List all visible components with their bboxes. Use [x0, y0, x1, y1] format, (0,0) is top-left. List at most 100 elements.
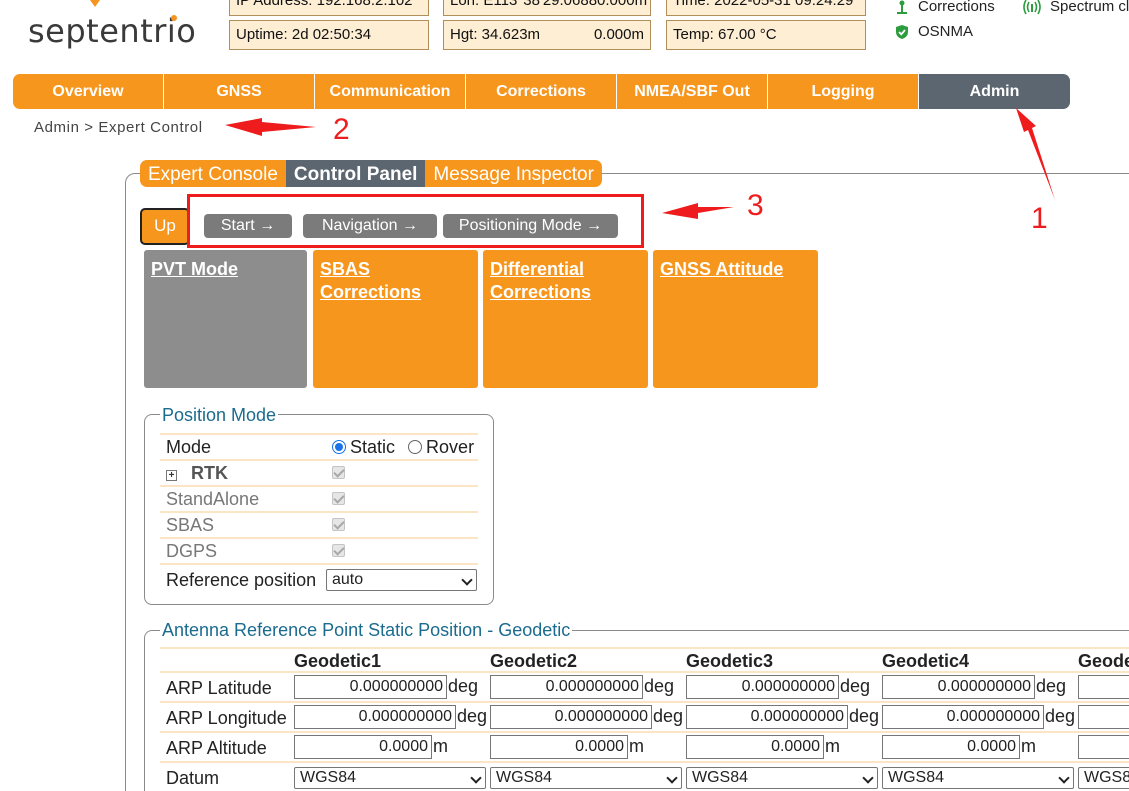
deg-unit: deg: [653, 706, 684, 726]
tile-pvt-mode-label: PVT Mode: [151, 259, 239, 279]
tile-differential-label-2: Corrections: [490, 282, 592, 302]
column-geodetic1: Geodetic1: [294, 651, 382, 671]
tab-control-panel[interactable]: Control Panel: [285, 160, 426, 187]
mode-label: Mode: [166, 437, 212, 457]
deg-unit: deg: [1045, 706, 1076, 726]
reference-position-label: Reference position: [166, 570, 317, 590]
tile-sbas-corrections[interactable]: SBAS Corrections: [313, 250, 478, 388]
deg-unit: deg: [644, 676, 675, 696]
deg-unit: deg: [1036, 676, 1067, 696]
arp-altitude-input-1[interactable]: 0.0000: [294, 735, 432, 759]
height-label: Hgt: 34.623m: [450, 26, 541, 43]
time-text: Time: 2022-05-31 09:24:29: [673, 0, 854, 9]
temperature-box: Temp: 67.00 °C: [666, 20, 866, 50]
arp-latitude-input-2[interactable]: 0.000000000: [490, 675, 643, 699]
annotation-number-1: 1: [1031, 202, 1048, 235]
annotation-highlight-box: [187, 194, 644, 248]
datum-select-4[interactable]: WGS84: [882, 767, 1074, 789]
chevron-down-icon: [461, 574, 473, 586]
arp-longitude-input-4[interactable]: 0.000000000: [882, 705, 1044, 729]
time-box: Time: 2022-05-31 09:24:29: [666, 0, 866, 16]
rtk-checkbox[interactable]: [332, 466, 345, 479]
standalone-row: StandAlone: [160, 485, 478, 511]
tab-message-inspector[interactable]: Message Inspector: [425, 160, 602, 187]
deg-unit: deg: [849, 706, 880, 726]
tile-gnss-attitude[interactable]: GNSS Attitude: [653, 250, 818, 388]
height-value: 0.000m: [593, 26, 644, 43]
arp-longitude-input-5[interactable]: 1: [1078, 705, 1129, 729]
tile-pvt-mode[interactable]: PVT Mode: [144, 250, 307, 388]
osnma-label: OSNMA: [918, 23, 974, 40]
radio-static[interactable]: [332, 440, 346, 454]
nav-nmea-sbf-out[interactable]: NMEA/SBF Out: [617, 74, 768, 109]
nav-overview[interactable]: Overview: [13, 74, 164, 109]
mode-row: Mode Static Rover: [160, 433, 478, 459]
datum-select-2[interactable]: WGS84: [490, 767, 682, 789]
expand-plus-icon[interactable]: +: [166, 470, 177, 481]
nav-gnss[interactable]: GNSS: [164, 74, 315, 109]
nav-communication[interactable]: Communication: [315, 74, 466, 109]
deg-unit: deg: [840, 676, 871, 696]
antenna-icon: [897, 0, 907, 15]
uptime-text: Uptime: 2d 02:50:34: [236, 26, 372, 43]
tab-expert-console[interactable]: Expert Console: [140, 160, 286, 187]
ip-address-box: IP Address: 192.168.2.102: [229, 0, 429, 16]
arp-latitude-input-4[interactable]: 0.000000000: [882, 675, 1035, 699]
arp-altitude-row: ARP Altitude 0.0000 m 0.0000 m 0.0000 m …: [160, 731, 1129, 761]
corrections-status[interactable]: Corrections: [894, 0, 995, 15]
tile-sbas-label-2: Corrections: [320, 282, 422, 302]
chevron-down-icon: [862, 772, 874, 784]
tile-gnss-attitude-label: GNSS Attitude: [660, 259, 784, 279]
arp-longitude-input-2[interactable]: 0.000000000: [490, 705, 652, 729]
arp-header-divider: [160, 647, 1129, 649]
arp-altitude-input-4[interactable]: 0.0000: [882, 735, 1020, 759]
standalone-checkbox[interactable]: [332, 492, 345, 505]
arp-longitude-label: ARP Longitude: [166, 708, 287, 728]
sbas-checkbox[interactable]: [332, 518, 345, 531]
arp-longitude-input-1[interactable]: 0.000000000: [294, 705, 456, 729]
spectrum-status[interactable]: Spectrum cl: [1022, 0, 1129, 15]
nav-admin[interactable]: Admin: [919, 74, 1070, 109]
spectrum-label: Spectrum cl: [1050, 0, 1129, 15]
deg-unit: deg: [457, 706, 488, 726]
reference-position-row: Reference position auto: [160, 563, 478, 593]
m-unit: m: [825, 736, 840, 756]
tile-differential-label-1: Differential: [490, 259, 585, 279]
rtk-label-group: + RTK: [166, 461, 228, 485]
dgps-label: DGPS: [166, 541, 218, 561]
arp-altitude-input-5[interactable]: [1078, 735, 1129, 759]
datum-select-3[interactable]: WGS84: [686, 767, 878, 789]
m-unit: m: [629, 736, 644, 756]
arp-altitude-input-2[interactable]: 0.0000: [490, 735, 628, 759]
up-button[interactable]: Up: [140, 208, 190, 245]
datum-select-1[interactable]: WGS84: [294, 767, 486, 789]
logo-dot: [171, 15, 177, 21]
chevron-down-icon: [1058, 772, 1070, 784]
column-geodetic4: Geodetic4: [882, 651, 970, 671]
nav-corrections[interactable]: Corrections: [466, 74, 617, 109]
nav-logging[interactable]: Logging: [768, 74, 919, 109]
arp-altitude-input-3[interactable]: 0.0000: [686, 735, 824, 759]
longitude-text: Lon: E113°38'29.06880.000m: [450, 0, 648, 9]
reference-position-select[interactable]: auto: [326, 569, 477, 591]
annotation-number-2: 2: [333, 113, 350, 146]
arp-latitude-input-3[interactable]: 0.000000000: [686, 675, 839, 699]
datum-select-4-value: WGS84: [888, 769, 945, 786]
radio-rover[interactable]: [408, 440, 423, 454]
rtk-label: RTK: [191, 463, 228, 483]
logo-mark: [90, 0, 100, 7]
ip-address-text: IP Address: 192.168.2.102: [236, 0, 413, 9]
sbas-label: SBAS: [166, 515, 215, 535]
uptime-box: Uptime: 2d 02:50:34: [229, 20, 429, 50]
datum-select-5[interactable]: WGS8: [1078, 767, 1129, 789]
datum-select-5-value: WGS8: [1084, 769, 1129, 786]
mode-radio-group: Static Rover: [332, 435, 474, 459]
arp-latitude-input-5[interactable]: 3: [1078, 675, 1129, 699]
dgps-checkbox[interactable]: [332, 544, 345, 557]
osnma-status[interactable]: OSNMA: [894, 23, 973, 40]
m-unit: m: [1021, 736, 1036, 756]
tile-differential-corrections[interactable]: Differential Corrections: [483, 250, 648, 388]
arp-longitude-input-3[interactable]: 0.000000000: [686, 705, 848, 729]
arp-latitude-input-1[interactable]: 0.000000000: [294, 675, 447, 699]
annotation-number-3: 3: [747, 189, 764, 222]
